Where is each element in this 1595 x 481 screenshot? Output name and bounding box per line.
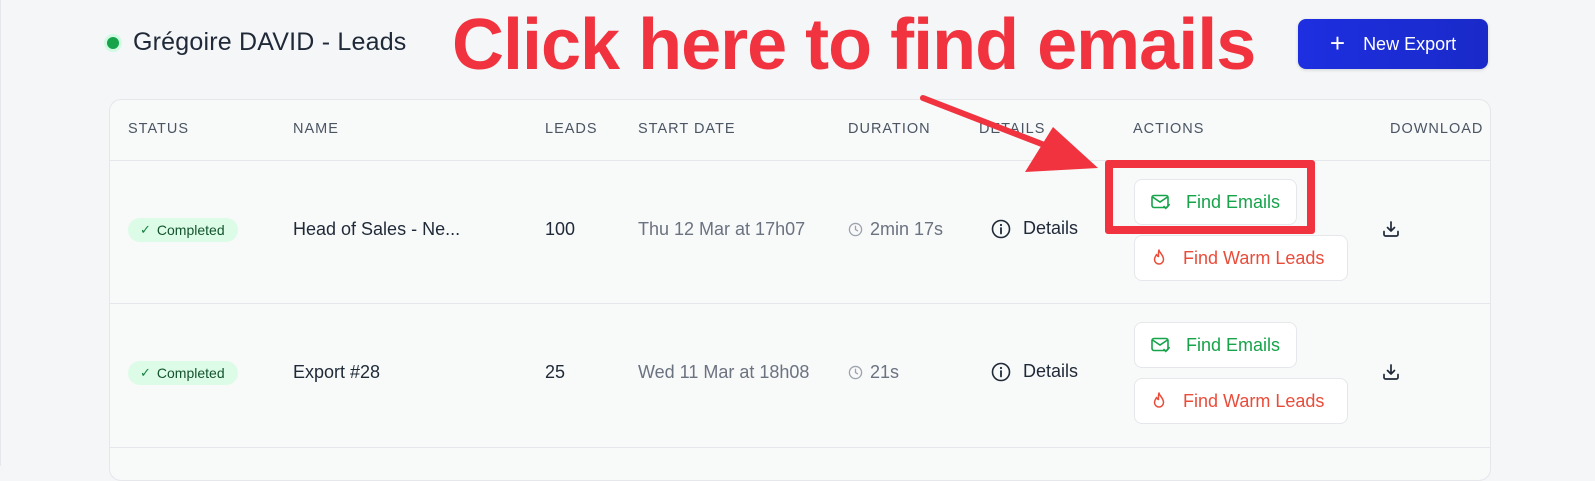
find-emails-button[interactable]: Find Emails bbox=[1134, 179, 1297, 225]
start-date: Wed 11 Mar at 18h08 bbox=[638, 362, 810, 382]
page-title: Grégoire DAVID - Leads bbox=[133, 28, 407, 56]
find-warm-leads-label: Find Warm Leads bbox=[1183, 247, 1325, 268]
annotation-callout: Click here to find emails bbox=[452, 5, 1256, 85]
info-icon bbox=[991, 219, 1011, 239]
plus-icon: + bbox=[1329, 28, 1346, 58]
leads-count: 100 bbox=[545, 219, 576, 239]
leads-cell: 25 bbox=[545, 362, 565, 383]
column-header-actions: ACTIONS bbox=[1133, 121, 1205, 137]
name-cell: Head of Sales - Ne... bbox=[293, 219, 460, 240]
duration: 2min 17s bbox=[870, 219, 944, 239]
start-date-cell: Thu 12 Mar at 17h07 bbox=[638, 219, 805, 240]
clock-icon bbox=[848, 365, 863, 380]
details-label: Details bbox=[1023, 218, 1079, 238]
download-icon[interactable] bbox=[1381, 362, 1401, 387]
duration-cell: 21s bbox=[848, 362, 899, 383]
find-emails-label: Find Emails bbox=[1186, 191, 1281, 212]
find-emails-button[interactable]: Find Emails bbox=[1134, 322, 1297, 368]
new-export-label: New Export bbox=[1363, 33, 1457, 54]
column-header-name: NAME bbox=[293, 121, 339, 137]
status-label: Completed bbox=[156, 365, 225, 381]
exports-table: STATUS NAME LEADS START DATE DURATION DE… bbox=[109, 99, 1491, 481]
duration-cell: 2min 17s bbox=[848, 219, 943, 240]
table-row: ✓ Completed Export #28 25 Wed 11 Mar at … bbox=[110, 304, 1490, 448]
details-label: Details bbox=[1023, 361, 1079, 381]
find-warm-leads-button[interactable]: Find Warm Leads bbox=[1134, 378, 1348, 424]
export-name: Head of Sales - Ne... bbox=[293, 219, 461, 239]
info-icon bbox=[991, 362, 1011, 382]
table-row: ✓ Completed Head of Sales - Ne... 100 Th… bbox=[110, 160, 1490, 304]
check-icon: ✓ bbox=[140, 365, 151, 380]
column-header-status: STATUS bbox=[128, 121, 190, 137]
find-warm-leads-label: Find Warm Leads bbox=[1183, 390, 1325, 411]
details-link[interactable]: Details bbox=[991, 361, 1078, 382]
flame-icon bbox=[1152, 249, 1166, 267]
annotation-arrow-icon bbox=[920, 95, 1098, 172]
status-badge: ✓ Completed bbox=[128, 361, 238, 385]
find-warm-leads-button[interactable]: Find Warm Leads bbox=[1134, 235, 1348, 281]
duration: 21s bbox=[870, 362, 900, 382]
page-header: Grégoire DAVID - Leads bbox=[107, 28, 407, 57]
check-icon: ✓ bbox=[140, 222, 151, 237]
status-label: Completed bbox=[156, 222, 225, 238]
column-header-download: DOWNLOAD bbox=[1390, 121, 1484, 137]
mail-check-icon bbox=[1151, 337, 1171, 353]
leads-count: 25 bbox=[545, 362, 566, 382]
clock-icon bbox=[848, 222, 863, 237]
status-cell: ✓ Completed bbox=[128, 218, 238, 242]
left-border bbox=[0, 0, 1, 466]
start-date-cell: Wed 11 Mar at 18h08 bbox=[638, 362, 809, 383]
leads-cell: 100 bbox=[545, 219, 575, 240]
new-export-button[interactable]: + New Export bbox=[1298, 19, 1488, 69]
status-badge: ✓ Completed bbox=[128, 218, 238, 242]
download-icon[interactable] bbox=[1381, 219, 1401, 244]
name-cell: Export #28 bbox=[293, 362, 380, 383]
flame-icon bbox=[1152, 392, 1166, 410]
mail-check-icon bbox=[1151, 194, 1171, 210]
export-name: Export #28 bbox=[293, 362, 381, 382]
column-header-leads: LEADS bbox=[545, 121, 598, 137]
table-header: STATUS NAME LEADS START DATE DURATION DE… bbox=[110, 100, 1490, 161]
details-link[interactable]: Details bbox=[991, 218, 1078, 239]
status-dot-icon bbox=[107, 36, 119, 49]
find-emails-label: Find Emails bbox=[1186, 334, 1281, 355]
start-date: Thu 12 Mar at 17h07 bbox=[638, 219, 806, 239]
column-header-start-date: START DATE bbox=[638, 121, 736, 137]
status-cell: ✓ Completed bbox=[128, 361, 238, 385]
